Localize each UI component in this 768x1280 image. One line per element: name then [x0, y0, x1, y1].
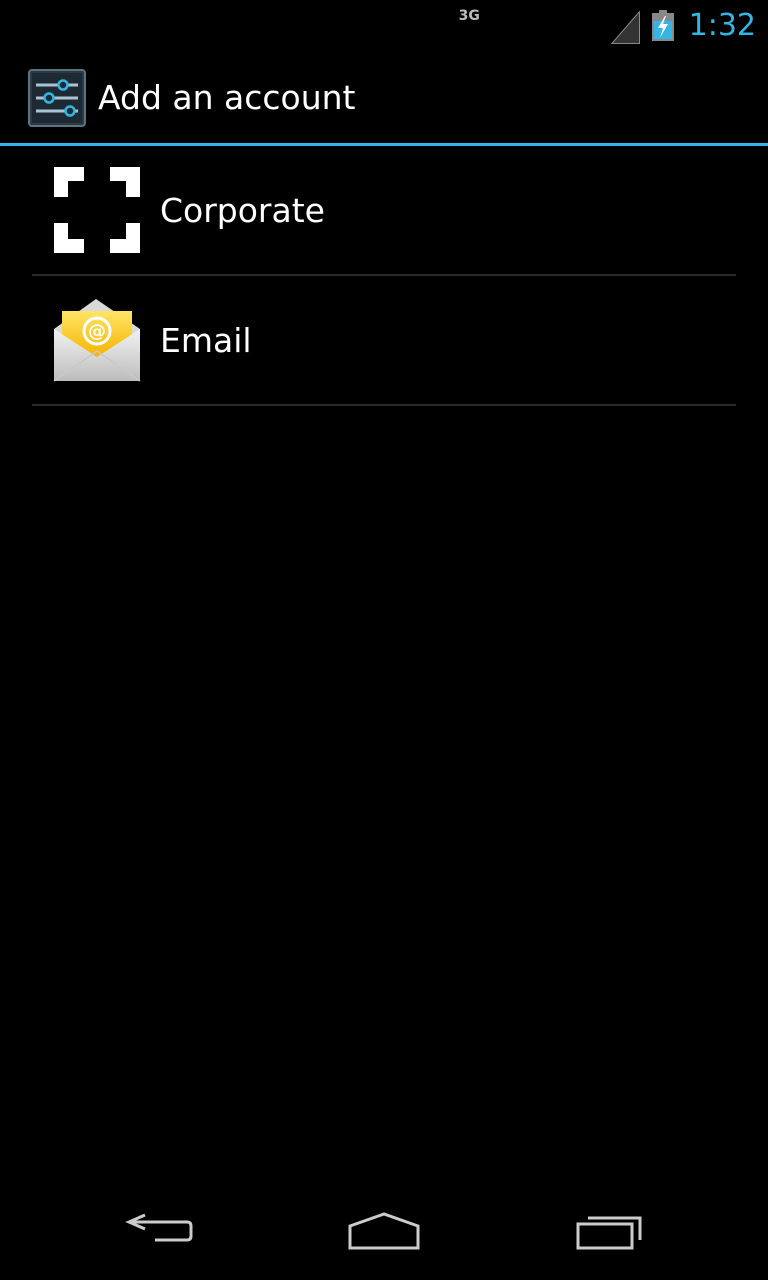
screen: 3G 1:32 Add an account Corporate @ Email: [0, 0, 768, 1280]
settings-sliders-icon[interactable]: [28, 69, 86, 127]
status-icons: 3G 1:32: [459, 0, 756, 50]
action-bar: Add an account: [0, 50, 768, 146]
list-item-email[interactable]: @ Email: [32, 276, 736, 406]
back-button[interactable]: [110, 1204, 210, 1260]
list-item-corporate[interactable]: Corporate: [32, 146, 736, 276]
signal-icon: [610, 11, 640, 44]
status-bar: 3G 1:32: [0, 0, 768, 50]
email-envelope-icon: @: [52, 295, 142, 385]
status-clock: 1:32: [688, 7, 756, 43]
home-button[interactable]: [334, 1204, 434, 1260]
corporate-frame-icon: [52, 165, 142, 255]
home-icon: [348, 1212, 420, 1250]
page-title: Add an account: [98, 78, 356, 117]
account-type-list: Corporate @ Email: [32, 146, 736, 406]
battery-charging-icon: [651, 10, 674, 41]
network-type-label: 3G: [458, 8, 480, 24]
recent-apps-button[interactable]: [560, 1204, 660, 1260]
back-icon: [125, 1213, 193, 1242]
navigation-bar: [0, 1184, 768, 1280]
recent-apps-icon: [576, 1216, 642, 1250]
list-item-label: Corporate: [160, 190, 325, 230]
svg-text:@: @: [88, 321, 106, 342]
list-item-label: Email: [160, 320, 252, 360]
